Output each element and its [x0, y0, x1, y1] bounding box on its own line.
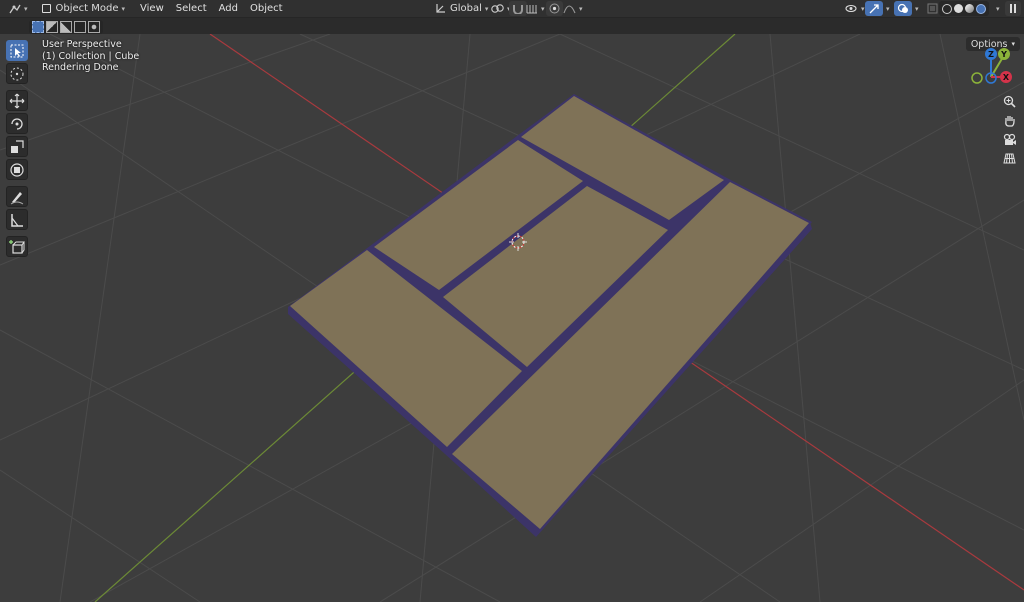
chevron-down-icon: ▾: [121, 4, 126, 13]
zoom-magnifier-icon: [1003, 95, 1016, 108]
chevron-down-icon: ▾: [886, 4, 890, 13]
header-menus: View Select Add Object: [134, 3, 289, 14]
gizmo-neg-y[interactable]: [971, 72, 983, 84]
perspective-toggle-button[interactable]: [1000, 150, 1019, 167]
mode-label: Object Mode: [55, 3, 119, 14]
wireframe-shading-icon[interactable]: [942, 3, 952, 14]
select-box-icon: [10, 44, 24, 57]
menu-object[interactable]: Object: [244, 3, 289, 14]
grid-perspective-icon: [1003, 153, 1016, 164]
menu-select[interactable]: Select: [170, 3, 213, 14]
select-subtract-icon[interactable]: [60, 21, 72, 33]
collection-info: (1) Collection | Cube: [42, 50, 140, 62]
pause-icon: [1010, 4, 1016, 13]
transform-icon: [10, 162, 24, 177]
tool-rotate[interactable]: [6, 113, 28, 134]
menu-add[interactable]: Add: [213, 3, 244, 14]
view-name: User Perspective: [42, 39, 122, 50]
mode-selector[interactable]: Object Mode ▾: [39, 1, 129, 16]
editor-type-icon: [9, 4, 21, 14]
camera-view-button[interactable]: [1000, 131, 1019, 148]
tool-scale[interactable]: [6, 136, 28, 157]
tool-add-cube[interactable]: [6, 236, 28, 257]
tool-cursor[interactable]: [6, 63, 28, 84]
zoom-button[interactable]: [1000, 93, 1019, 110]
3d-viewport[interactable]: [0, 34, 1024, 602]
tool-annotate[interactable]: [6, 186, 28, 207]
rotate-icon: [11, 117, 23, 130]
cursor-icon: [10, 67, 24, 80]
chevron-down-icon: ▾: [861, 4, 865, 13]
orientation-label: Global: [450, 3, 482, 14]
gizmo-x-label: X: [1003, 73, 1010, 82]
tool-select-box[interactable]: [6, 40, 28, 61]
measure-ruler-icon: [11, 213, 23, 227]
snap-target-button[interactable]: ▾: [523, 1, 548, 16]
hand-icon: [1005, 116, 1015, 127]
split-area-button[interactable]: [1005, 1, 1021, 16]
tool-measure[interactable]: [6, 209, 28, 230]
viewport-canvas[interactable]: [0, 34, 1024, 602]
chevron-down-icon: ▾: [579, 4, 583, 13]
chevron-down-icon: ▾: [541, 4, 545, 13]
orientation-selector[interactable]: Global ▾: [432, 1, 491, 16]
rendered-shading-icon[interactable]: [976, 3, 986, 14]
tool-transform[interactable]: [6, 159, 28, 180]
render-status: Rendering Done: [42, 62, 119, 73]
visibility-button[interactable]: ▾: [842, 1, 868, 16]
viewport-info: User Perspective (1) Collection | Cube R…: [42, 39, 139, 74]
add-cube-icon: [9, 239, 25, 254]
shading-modes: [939, 1, 989, 16]
material-shading-icon[interactable]: [965, 4, 974, 13]
gizmo-icon: [869, 4, 879, 14]
scale-icon: [11, 139, 24, 153]
annotate-pencil-icon: [10, 191, 24, 204]
move-icon: [9, 93, 25, 108]
xray-icon: [927, 3, 938, 14]
tatami-mesh[interactable]: [288, 94, 812, 537]
editor-type-button[interactable]: ▾: [6, 1, 31, 16]
select-extend-icon[interactable]: [46, 21, 58, 33]
object-mode-icon: [41, 4, 51, 13]
tool-shelf: [6, 40, 30, 259]
gizmo-y-label: Y: [1000, 50, 1007, 59]
shading-dropdown[interactable]: ▾: [990, 1, 1003, 16]
gizmo-dropdown[interactable]: ▾: [880, 1, 893, 16]
tool-move[interactable]: [6, 90, 28, 111]
viewport-header: ▾ Object Mode ▾ View Select Add Object G…: [0, 0, 1024, 18]
pan-button[interactable]: [1000, 112, 1019, 129]
solid-shading-icon[interactable]: [954, 4, 963, 13]
snap-increment-icon: [526, 5, 537, 14]
transform-orientation-icon: [436, 4, 445, 13]
chevron-down-icon: ▾: [996, 4, 1000, 13]
overlays-icon: [897, 3, 908, 13]
selection-mode-group: [29, 20, 103, 34]
tool-settings-bar: Options ▾: [0, 18, 1024, 51]
proportional-edit-icon: [549, 3, 560, 14]
gizmo-z-label: Z: [988, 50, 994, 59]
chevron-down-icon: ▾: [915, 4, 919, 13]
pivot-icon: [491, 4, 504, 13]
camera-icon: [1003, 133, 1016, 145]
select-intersect-icon[interactable]: [88, 21, 100, 33]
overlays-dropdown[interactable]: ▾: [909, 1, 922, 16]
falloff-curve-icon: [563, 5, 576, 14]
eye-icon: [845, 4, 857, 13]
select-invert-icon[interactable]: [74, 21, 86, 33]
menu-view[interactable]: View: [134, 3, 170, 14]
falloff-button[interactable]: ▾: [560, 1, 586, 16]
select-new-icon[interactable]: [32, 21, 44, 33]
